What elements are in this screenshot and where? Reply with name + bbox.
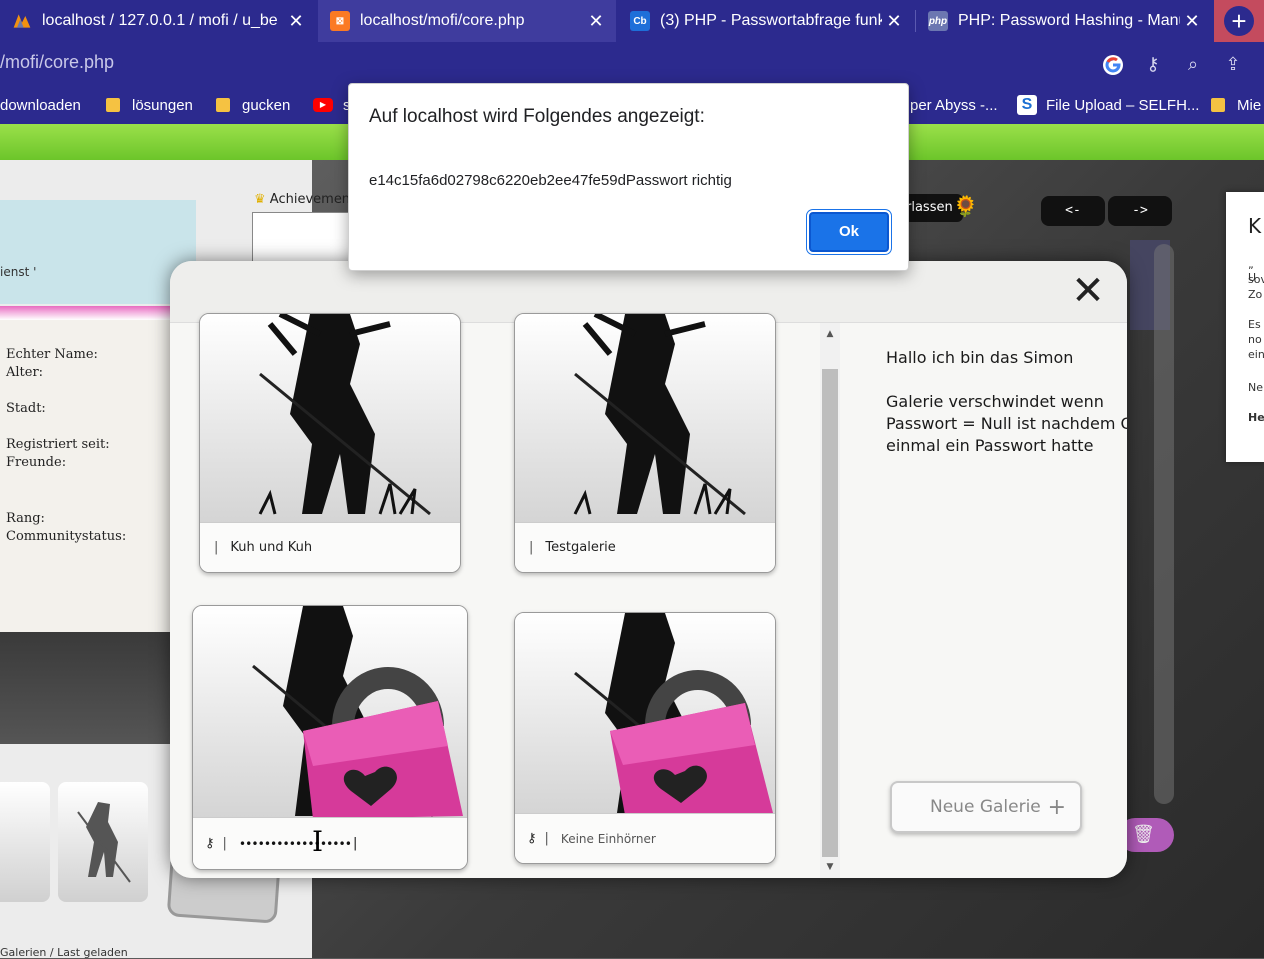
- folder-icon: [216, 98, 230, 112]
- gallery-caption: | Kuh und Kuh: [200, 522, 460, 572]
- gallery-modal: ✕ | Kuh und Kuh | Testgalerie ⚷ | ••••••…: [170, 261, 1127, 878]
- right-card-heading: K: [1248, 214, 1262, 238]
- gallery-title: Keine Einhörner: [560, 831, 656, 846]
- gallery-thumbnail[interactable]: [0, 782, 50, 902]
- profile-banner-text: ienst ': [0, 265, 37, 279]
- gallery-card-keine-einhoerner[interactable]: ⚷ | Keine Einhörner: [514, 612, 776, 864]
- next-button[interactable]: ->: [1108, 196, 1172, 226]
- tab-phpmyadmin[interactable]: localhost / 127.0.0.1 / mofi / u_be ✕: [0, 0, 316, 42]
- plus-icon: +: [1047, 794, 1066, 820]
- crown-icon: ♛: [254, 192, 266, 207]
- google-icon[interactable]: [1102, 54, 1124, 76]
- plus-icon: +: [1224, 6, 1254, 36]
- scroll-down-icon[interactable]: ▼: [822, 860, 838, 874]
- gallery-card-kuh-und-kuh[interactable]: | Kuh und Kuh: [199, 313, 461, 573]
- field-registered: Registriert seit:: [6, 437, 110, 452]
- right-card-line: Ne: [1248, 381, 1263, 394]
- field-real-name: Echter Name:: [6, 347, 98, 362]
- key-icon: ⚷: [205, 836, 215, 851]
- field-age: Alter:: [6, 365, 44, 380]
- scrollbar-thumb[interactable]: [822, 369, 838, 857]
- gallery-title: Kuh und Kuh: [230, 540, 313, 555]
- tab-php-forum[interactable]: Cb (3) PHP - Passwortabfrage funktio ✕: [618, 0, 914, 42]
- share-icon[interactable]: ⇪: [1222, 54, 1244, 76]
- prev-button[interactable]: <-: [1041, 196, 1105, 226]
- gallery-image: [515, 613, 775, 815]
- folder-icon: [106, 98, 120, 112]
- background-scroll-strip: [1154, 244, 1174, 804]
- gallery-thumbnail[interactable]: [58, 782, 148, 902]
- bookmark-youtube[interactable]: ▶ s: [313, 95, 351, 115]
- gallery-image: [193, 606, 467, 819]
- field-friends: Freunde:: [6, 455, 67, 470]
- tab-title: localhost / 127.0.0.1 / mofi / u_be: [42, 12, 278, 29]
- new-tab-button[interactable]: +: [1214, 0, 1264, 42]
- tab-close-icon[interactable]: ✕: [584, 11, 608, 32]
- selfhtml-icon: S: [1017, 95, 1037, 115]
- gallery-image: [200, 314, 460, 524]
- scroll-up-icon[interactable]: ▲: [822, 327, 838, 341]
- tab-core-php[interactable]: ⊠ localhost/mofi/core.php ✕: [318, 0, 616, 42]
- url-field[interactable]: /mofi/core.php: [0, 52, 114, 73]
- tab-title: PHP: Password Hashing - Manual: [958, 12, 1180, 29]
- xampp-icon: ⊠: [330, 11, 350, 31]
- ok-button[interactable]: Ok: [807, 210, 891, 254]
- field-rank: Rang:: [6, 511, 45, 526]
- close-icon[interactable]: ✕: [1068, 271, 1108, 311]
- phpmyadmin-icon: [12, 11, 32, 31]
- gallery-info-text: Hallo ich bin das Simon Galerie verschwi…: [886, 348, 1127, 455]
- dialog-title: Auf localhost wird Folgendes angezeigt:: [369, 106, 705, 127]
- new-gallery-button[interactable]: Neue Galerie +: [890, 781, 1082, 833]
- tab-php-manual[interactable]: php PHP: Password Hashing - Manual ✕: [916, 0, 1212, 42]
- bookmark-loesungen[interactable]: lösungen: [106, 95, 193, 115]
- bookmark-gucken[interactable]: gucken: [216, 95, 290, 115]
- alert-dialog: Auf localhost wird Folgendes angezeigt: …: [348, 83, 909, 271]
- sunflower-icon: 🌻: [953, 194, 978, 218]
- gallery-password-input[interactable]: ••••••••••••••••••: [239, 837, 352, 851]
- zoom-icon[interactable]: ⌕: [1182, 54, 1204, 76]
- tab-title: localhost/mofi/core.php: [360, 12, 525, 29]
- folder-icon: [1211, 98, 1225, 112]
- dialog-message: e14c15fa6d02798c6220eb2ee47fe59dPasswort…: [369, 172, 732, 189]
- key-icon[interactable]: ⚷: [1142, 54, 1164, 76]
- address-bar: [0, 44, 1264, 86]
- bookmark-downloaden[interactable]: downloaden: [0, 95, 81, 115]
- tab-title: (3) PHP - Passwortabfrage funktio: [660, 12, 882, 29]
- gallery-card-locked-password[interactable]: ⚷ | •••••••••••••••••• |: [192, 605, 468, 870]
- field-city: Stadt:: [6, 401, 46, 416]
- achievements-label: ♛ Achievements: [254, 192, 362, 207]
- right-card-line: ein: [1248, 348, 1264, 361]
- profile-divider: [0, 306, 196, 320]
- right-card-line: Zo: [1248, 288, 1263, 301]
- right-card-line: He: [1248, 411, 1264, 424]
- trash-icon: 🗑: [1132, 824, 1155, 845]
- gallery-caption: ⚷ | Keine Einhörner: [515, 813, 775, 863]
- tab-close-icon[interactable]: ✕: [1180, 11, 1204, 32]
- bookmark-mie[interactable]: Mie: [1211, 95, 1261, 115]
- profile-banner: [0, 200, 196, 304]
- gallery-footer-text: Galerien / Last geladen: [0, 946, 128, 959]
- right-card-line: Es: [1248, 318, 1261, 331]
- gallery-caption: ⚷ | •••••••••••••••••• |: [193, 817, 467, 869]
- tab-close-icon[interactable]: ✕: [882, 11, 906, 32]
- gallery-image: [515, 314, 775, 524]
- text-caret: |: [352, 836, 358, 851]
- field-community-status: Communitystatus:: [6, 529, 127, 544]
- key-icon: ⚷: [527, 831, 537, 846]
- gallery-caption: | Testgalerie: [515, 522, 775, 572]
- youtube-icon: ▶: [313, 98, 333, 112]
- forum-icon: Cb: [630, 11, 650, 31]
- right-card-line: sov: [1248, 273, 1264, 286]
- gallery-title: Testgalerie: [545, 540, 616, 555]
- right-card-line: no: [1248, 333, 1262, 346]
- bookmark-selfhtml[interactable]: S File Upload – SELFH...: [1017, 95, 1199, 115]
- tab-close-icon[interactable]: ✕: [284, 11, 308, 32]
- bookmark-abyss[interactable]: per Abyss -...: [910, 95, 998, 115]
- text-cursor-icon: I: [312, 825, 324, 858]
- gallery-card-testgalerie[interactable]: | Testgalerie: [514, 313, 776, 573]
- new-gallery-label: Neue Galerie: [930, 797, 1041, 817]
- php-icon: php: [928, 11, 948, 31]
